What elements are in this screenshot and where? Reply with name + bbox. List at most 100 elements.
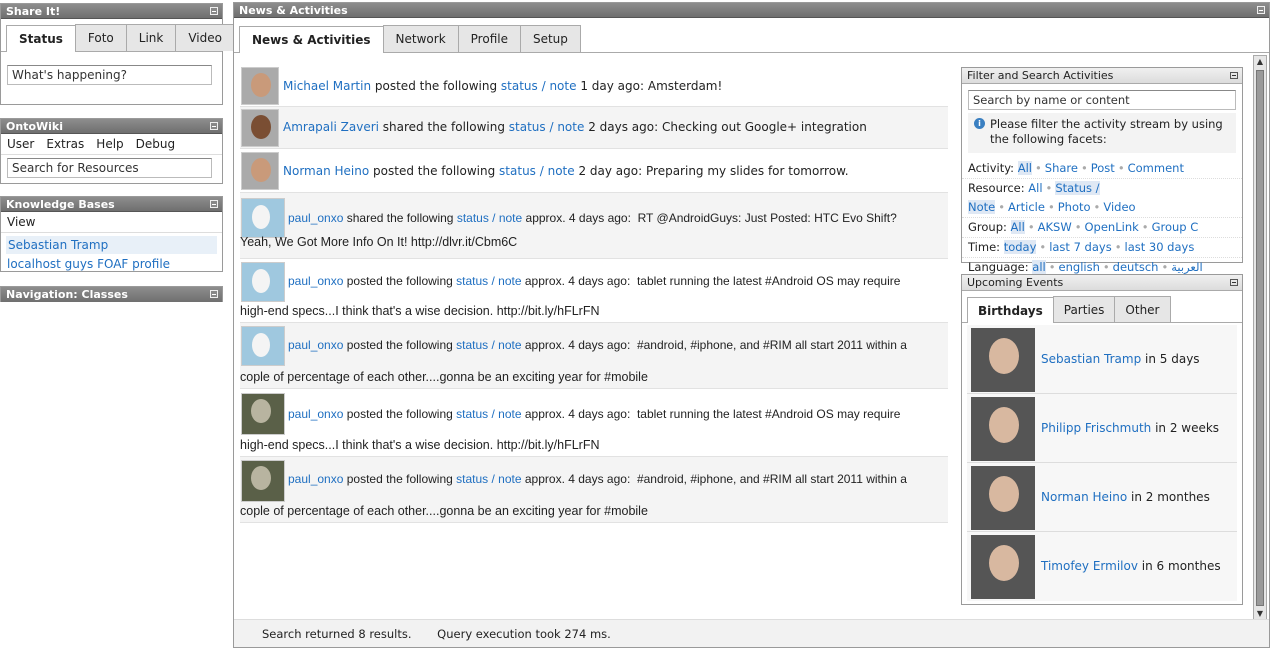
feed-user-link[interactable]: paul_onxo [288, 338, 343, 352]
avatar[interactable] [241, 460, 285, 502]
feed-status-link[interactable]: status / note [456, 338, 521, 352]
expand-icon[interactable] [210, 290, 218, 298]
feed-item: paul_onxo posted the following status / … [240, 389, 948, 457]
activity-search-input[interactable]: Search by name or content [968, 90, 1236, 110]
feed-user-link[interactable]: Michael Martin [283, 79, 371, 93]
avatar[interactable] [241, 326, 285, 366]
feed-user-link[interactable]: Amrapali Zaveri [283, 120, 379, 134]
minimize-icon[interactable] [210, 200, 218, 208]
facet-option[interactable]: last 7 days [1049, 240, 1112, 254]
feed-status-link[interactable]: status / note [456, 472, 521, 486]
minimize-icon[interactable] [1230, 72, 1238, 79]
menu-help[interactable]: Help [96, 137, 123, 151]
feed-status-link[interactable]: status / note [499, 164, 575, 178]
feed-status-link[interactable]: status / note [456, 274, 521, 288]
feed-status-link[interactable]: status / note [501, 79, 577, 93]
facet-option[interactable]: today [1003, 240, 1037, 254]
facet-option[interactable]: All [1017, 161, 1032, 175]
feed-user-link[interactable]: paul_onxo [288, 274, 343, 288]
minimize-icon[interactable] [210, 122, 218, 130]
feed-verb: posted the following [373, 164, 496, 178]
avatar[interactable] [241, 152, 279, 190]
feed-item-text: paul_onxo posted the following status / … [240, 259, 948, 289]
feed-item-text: Michael Martin posted the following stat… [240, 65, 948, 94]
vertical-scrollbar[interactable]: ▲ ▼ [1253, 55, 1267, 621]
event-person-link[interactable]: Norman Heino [1041, 490, 1127, 504]
facet-option[interactable]: deutsch [1113, 260, 1159, 274]
facet-row: Resource: All • Status / Note • Article • Phot… [962, 179, 1242, 218]
kb-item-sebastian-tramp[interactable]: Sebastian Tramp [6, 236, 217, 254]
facet-option[interactable]: Share [1045, 161, 1078, 175]
event-item: Philipp Frischmuth in 2 weeks [967, 394, 1237, 463]
feed-user-link[interactable]: paul_onxo [288, 407, 343, 421]
event-person-link[interactable]: Philipp Frischmuth [1041, 421, 1151, 435]
feed-user-link[interactable]: paul_onxo [288, 211, 343, 225]
feed-user-link[interactable]: paul_onxo [288, 472, 343, 486]
feed-status-link[interactable]: status / note [509, 120, 585, 134]
facet-option[interactable]: Video [1103, 200, 1135, 214]
avatar[interactable] [971, 535, 1035, 599]
facet-option[interactable]: AKSW [1038, 220, 1072, 234]
tab-profile[interactable]: Profile [457, 25, 521, 52]
navigation-classes-window: Navigation: Classes [0, 286, 223, 302]
menu-user[interactable]: User [7, 137, 34, 151]
avatar[interactable] [971, 466, 1035, 530]
feed-time: approx. 4 days ago: [524, 472, 631, 486]
feed-status-link[interactable]: status / note [457, 211, 522, 225]
tab-birthdays[interactable]: Birthdays [967, 297, 1054, 323]
feed-item: Amrapali Zaveri shared the following sta… [240, 107, 948, 149]
tab-foto[interactable]: Foto [74, 24, 127, 51]
avatar[interactable] [241, 109, 279, 147]
avatar[interactable] [241, 67, 279, 105]
event-person-link[interactable]: Sebastian Tramp [1041, 352, 1141, 366]
tab-parties[interactable]: Parties [1052, 296, 1116, 322]
scrollbar-thumb[interactable] [1256, 70, 1264, 606]
tab-setup[interactable]: Setup [519, 25, 581, 52]
scroll-up-icon[interactable]: ▲ [1254, 56, 1266, 68]
feed-time: 2 days ago: [588, 120, 659, 134]
minimize-icon[interactable] [1230, 279, 1238, 286]
menu-extras[interactable]: Extras [46, 137, 84, 151]
separator-dot: • [1074, 220, 1082, 234]
feed-status-link[interactable]: status / note [456, 407, 521, 421]
tab-video[interactable]: Video [175, 24, 235, 51]
avatar[interactable] [971, 328, 1035, 392]
resource-search-input[interactable]: Search for Resources [7, 158, 212, 178]
event-when: in 6 monthes [1141, 559, 1221, 573]
avatar[interactable] [241, 393, 285, 435]
facet-option[interactable]: All [1010, 220, 1025, 234]
feed-content: Amsterdam! [647, 79, 723, 93]
status-input[interactable]: What's happening? [7, 65, 212, 85]
facet-option[interactable]: last 30 days [1125, 240, 1195, 254]
facet-option[interactable]: العربية [1171, 260, 1202, 274]
kb-view-menu[interactable]: View [1, 212, 222, 233]
tab-network[interactable]: Network [382, 25, 459, 52]
tab-news-activities[interactable]: News & Activities [239, 26, 384, 53]
avatar[interactable] [971, 397, 1035, 461]
facet-option[interactable]: Post [1091, 161, 1115, 175]
feed-time: approx. 4 days ago: [524, 338, 631, 352]
feed-user-link[interactable]: Norman Heino [283, 164, 369, 178]
avatar[interactable] [241, 262, 285, 302]
event-person-link[interactable]: Timofey Ermilov [1041, 559, 1138, 573]
facet-option[interactable]: Comment [1128, 161, 1184, 175]
facet-option[interactable]: Article [1008, 200, 1045, 214]
event-text: Philipp Frischmuth in 2 weeks [1041, 394, 1219, 463]
birthday-list: Sebastian Tramp in 5 days Philipp Frisch… [962, 323, 1242, 601]
menu-debug[interactable]: Debug [136, 137, 175, 151]
facet-option[interactable]: all [1032, 260, 1046, 274]
facet-option[interactable]: All [1028, 181, 1042, 195]
minimize-icon[interactable] [210, 7, 218, 15]
tab-link[interactable]: Link [125, 24, 177, 51]
facet-option[interactable]: Group C [1152, 220, 1199, 234]
facet-option[interactable]: OpenLink [1085, 220, 1139, 234]
kb-item-localhost-foaf[interactable]: localhost guys FOAF profile [1, 254, 222, 274]
minimize-icon[interactable] [1257, 6, 1265, 14]
facet-option[interactable]: english [1059, 260, 1100, 274]
feed-item: Michael Martin posted the following stat… [240, 65, 948, 107]
facet-option[interactable]: Photo [1058, 200, 1091, 214]
facet-label: Language: [968, 260, 1029, 274]
avatar[interactable] [241, 198, 285, 238]
tab-other[interactable]: Other [1114, 296, 1171, 322]
tab-status[interactable]: Status [6, 25, 76, 52]
